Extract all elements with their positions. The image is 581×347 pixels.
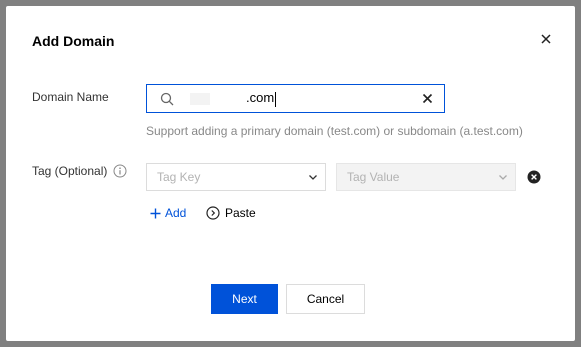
paste-tag-button[interactable]: Paste bbox=[206, 206, 256, 220]
redacted-text bbox=[190, 92, 210, 105]
chevron-down-icon bbox=[309, 175, 317, 180]
text-caret bbox=[275, 91, 277, 107]
domain-input-value: .com bbox=[246, 90, 275, 106]
info-icon[interactable] bbox=[113, 164, 127, 178]
paste-tag-label: Paste bbox=[225, 206, 256, 220]
next-button[interactable]: Next bbox=[211, 284, 278, 314]
add-domain-dialog: Add Domain Domain Name .com Support addi… bbox=[6, 6, 575, 341]
close-icon[interactable] bbox=[537, 30, 555, 48]
dialog-title: Add Domain bbox=[32, 33, 115, 49]
tag-key-placeholder: Tag Key bbox=[157, 170, 201, 184]
search-icon bbox=[160, 92, 174, 105]
tag-label: Tag (Optional) bbox=[32, 164, 108, 178]
plus-icon bbox=[150, 208, 161, 218]
chevron-down-icon bbox=[499, 175, 507, 180]
tag-value-placeholder: Tag Value bbox=[347, 170, 400, 184]
domain-helper-text: Support adding a primary domain (test.co… bbox=[146, 124, 523, 138]
paste-icon bbox=[206, 206, 220, 220]
tag-value-select[interactable]: Tag Value bbox=[336, 163, 516, 191]
domain-name-label: Domain Name bbox=[32, 90, 109, 104]
domain-name-input[interactable]: .com bbox=[146, 84, 445, 113]
tag-key-select[interactable]: Tag Key bbox=[146, 163, 326, 191]
tag-label-row: Tag (Optional) bbox=[32, 164, 127, 178]
add-tag-button[interactable]: Add bbox=[150, 206, 186, 220]
cancel-button[interactable]: Cancel bbox=[286, 284, 365, 314]
remove-circle-icon[interactable] bbox=[527, 170, 541, 184]
clear-icon[interactable] bbox=[421, 92, 434, 105]
add-tag-label: Add bbox=[165, 206, 187, 220]
